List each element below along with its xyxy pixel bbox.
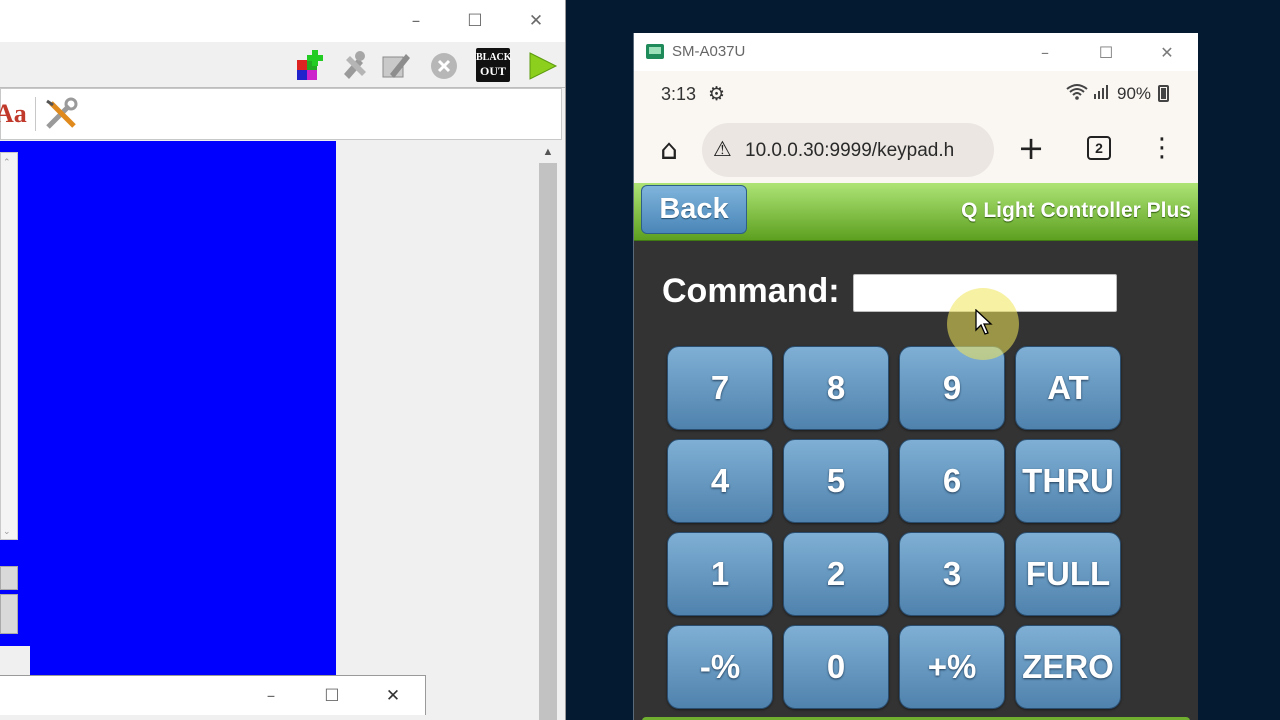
keypad-area: Command: 7 8 9 AT 4 5 6 THRU 1 2 3 FULL … <box>634 241 1198 720</box>
key-zero[interactable]: ZERO <box>1015 625 1121 709</box>
home-icon[interactable]: ⌂ <box>652 132 686 166</box>
new-tab-icon[interactable]: + <box>1014 129 1048 167</box>
phone-titlebar: SM-A037U – ☐ ✕ <box>634 33 1198 71</box>
key-5[interactable]: 5 <box>783 439 889 523</box>
chevron-up-icon[interactable]: ⌃ <box>3 157 11 168</box>
dialog-maximize-button[interactable]: ☐ <box>302 676 362 715</box>
scroll-up-icon[interactable]: ▲ <box>538 143 558 161</box>
chevron-down-icon[interactable]: ⌄ <box>3 526 11 537</box>
key-plus-percent[interactable]: +% <box>899 625 1005 709</box>
dialog-body <box>0 715 426 720</box>
key-1[interactable]: 1 <box>667 532 773 616</box>
qlc-toolbar: BLACK OUT <box>0 42 565 88</box>
tab-count-button[interactable]: 2 <box>1087 136 1111 160</box>
side-button[interactable] <box>0 594 18 634</box>
gear-icon: ⚙ <box>708 83 726 105</box>
key-4[interactable]: 4 <box>667 439 773 523</box>
browser-toolbar: ⌂ ⚠ 10.0.0.30:9999/keypad.h + 2 ⋮ <box>634 117 1198 183</box>
warning-icon[interactable]: ⚠ <box>713 137 732 161</box>
blackout-label-2: OUT <box>479 64 506 78</box>
edit-icon[interactable] <box>378 48 412 82</box>
add-fixture-icon[interactable] <box>296 48 330 82</box>
key-6[interactable]: 6 <box>899 439 1005 523</box>
wrench-screwdriver-icon[interactable] <box>43 97 79 133</box>
blackout-icon[interactable]: BLACK OUT <box>476 48 512 82</box>
blue-preview-panel <box>30 141 336 676</box>
qlc-subtoolbar: Aa <box>0 88 562 140</box>
url-field[interactable]: ⚠ 10.0.0.30:9999/keypad.h <box>702 123 994 177</box>
status-time: 3:13 <box>661 84 697 104</box>
battery-percent: 90% <box>1117 84 1152 103</box>
dialog-close-button[interactable]: ✕ <box>363 676 423 715</box>
close-button[interactable]: ✕ <box>506 0 565 42</box>
app-title: Q Light Controller Plus <box>961 199 1191 222</box>
mouse-cursor-icon <box>975 308 993 335</box>
blackout-label-1: BLACK <box>476 52 512 63</box>
sub-dialog-window: – ☐ ✕ <box>0 675 426 720</box>
maximize-button[interactable]: ☐ <box>445 0 505 42</box>
font-icon[interactable]: Aa <box>0 99 27 129</box>
phone-window-title: SM-A037U <box>672 43 746 60</box>
key-8[interactable]: 8 <box>783 346 889 430</box>
back-button[interactable]: Back <box>641 185 747 234</box>
phone-status-bar: 3:13 ⚙ 90% <box>634 71 1198 117</box>
phone-close-button[interactable]: ✕ <box>1137 33 1197 71</box>
url-text[interactable]: 10.0.0.30:9999/keypad.h <box>745 140 954 162</box>
key-minus-percent[interactable]: -% <box>667 625 773 709</box>
scrollbar-thumb[interactable] <box>539 163 557 720</box>
qlc-main-window: – ☐ ✕ BLACK OUT a ⌃ ⌄ ▲ – ☐ ✕ <box>0 0 566 720</box>
command-label: Command: <box>662 272 840 310</box>
more-menu-icon[interactable]: ⋮ <box>1149 131 1175 165</box>
key-7[interactable]: 7 <box>667 346 773 430</box>
side-list[interactable]: ⌃ ⌄ <box>0 152 18 540</box>
qlc-titlebar: – ☐ ✕ <box>0 0 565 42</box>
qlc-web-header: Back Q Light Controller Plus <box>634 183 1198 241</box>
key-2[interactable]: 2 <box>783 532 889 616</box>
key-at[interactable]: AT <box>1015 346 1121 430</box>
tools-icon[interactable] <box>338 48 372 82</box>
play-icon[interactable] <box>526 48 560 82</box>
phone-app-icon <box>646 44 664 59</box>
battery-icon <box>1158 85 1169 102</box>
toolbar-divider <box>35 97 36 131</box>
phone-mirror-window: SM-A037U – ☐ ✕ 3:13 ⚙ 90% ⌂ ⚠ 10.0.0.30:… <box>633 33 1198 720</box>
stop-icon[interactable] <box>427 48 461 82</box>
wifi-icon <box>1066 83 1088 105</box>
phone-minimize-button[interactable]: – <box>1015 33 1075 71</box>
minimize-button[interactable]: – <box>386 0 446 42</box>
key-full[interactable]: FULL <box>1015 532 1121 616</box>
dialog-minimize-button[interactable]: – <box>241 676 301 715</box>
key-3[interactable]: 3 <box>899 532 1005 616</box>
vertical-scrollbar[interactable]: ▲ <box>538 141 558 720</box>
signal-icon <box>1092 81 1112 105</box>
key-0[interactable]: 0 <box>783 625 889 709</box>
phone-maximize-button[interactable]: ☐ <box>1076 33 1136 71</box>
side-button[interactable] <box>0 566 18 590</box>
key-thru[interactable]: THRU <box>1015 439 1121 523</box>
